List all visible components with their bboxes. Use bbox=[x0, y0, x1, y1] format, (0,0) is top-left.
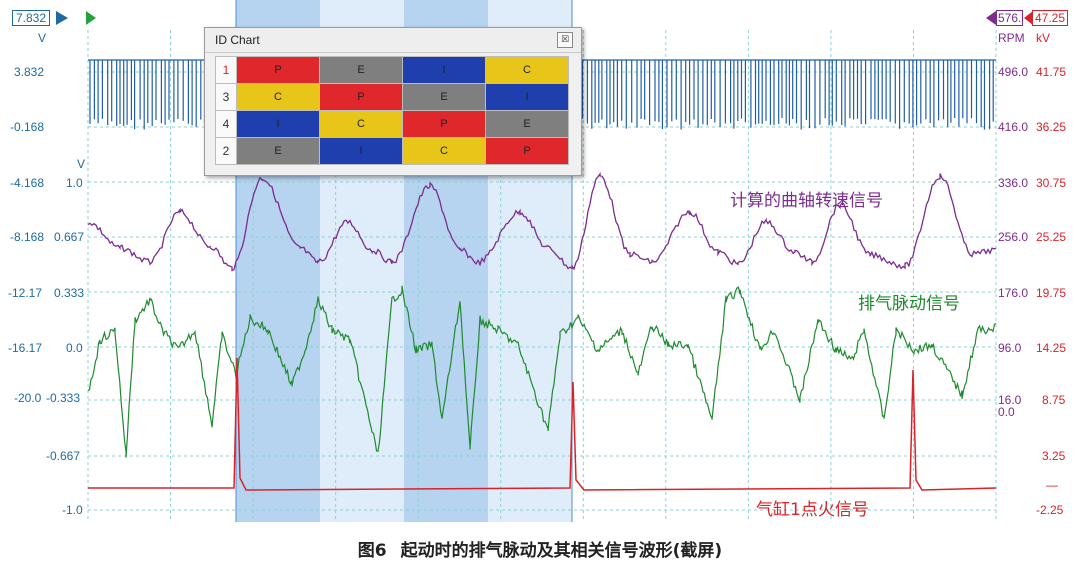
left-inner-tick: 0.333 bbox=[54, 286, 85, 300]
stroke-cell: E bbox=[236, 137, 320, 165]
kv-tick: 19.75 bbox=[1036, 286, 1067, 300]
stroke-cell: C bbox=[236, 83, 320, 111]
stroke-cell: I bbox=[319, 137, 403, 165]
stroke-cell: P bbox=[236, 56, 320, 84]
id-chart-row: 4ICPE bbox=[215, 110, 569, 138]
voltage-scale-badge[interactable]: 7.832 bbox=[12, 10, 51, 26]
caption-number: 图6 bbox=[357, 541, 387, 561]
close-icon[interactable]: ☒ bbox=[557, 32, 573, 48]
stroke-cell: C bbox=[402, 137, 486, 165]
left-inner-tick: -0.667 bbox=[46, 449, 81, 463]
oscilloscope-view[interactable]: 7.832 V 576. 47.25 RPM kV 3.832 -0.168 -… bbox=[0, 0, 1080, 522]
cylinder-id: 2 bbox=[215, 137, 237, 165]
left-outer-tick: -0.168 bbox=[10, 120, 45, 134]
id-chart-window[interactable]: ID Chart ☒ 1PEIC3CPEI4ICPE2EICP bbox=[204, 27, 582, 176]
left-inner-tick: -1.0 bbox=[62, 503, 83, 517]
kv-unit-label: kV bbox=[1036, 31, 1051, 45]
left-outer-tick: -4.168 bbox=[10, 176, 45, 190]
kv-tick: 3.25 bbox=[1042, 449, 1066, 463]
crank-speed-label: 计算的曲轴转速信号 bbox=[730, 191, 883, 211]
rpm-marker-icon[interactable] bbox=[986, 11, 996, 25]
stroke-cell: I bbox=[485, 83, 569, 111]
id-chart-row: 1PEIC bbox=[215, 56, 569, 84]
rpm-tick: 496.0 bbox=[998, 65, 1029, 79]
left-unit-label: V bbox=[38, 31, 47, 45]
left-inner-tick: -0.333 bbox=[46, 391, 81, 405]
id-chart-titlebar[interactable]: ID Chart ☒ bbox=[205, 28, 581, 53]
kv-tick: 25.25 bbox=[1036, 230, 1067, 244]
channel-marker-icon[interactable] bbox=[86, 11, 96, 25]
left-outer-tick: -8.168 bbox=[10, 230, 45, 244]
id-chart-title: ID Chart bbox=[215, 33, 260, 47]
figure-caption: 图6 起动时的排气脉动及其相关信号波形(截屏) bbox=[0, 536, 1080, 561]
stroke-cell: P bbox=[319, 83, 403, 111]
rpm-scale-badge[interactable]: 576. bbox=[996, 10, 1024, 26]
stroke-cell: E bbox=[402, 83, 486, 111]
rpm-tick: 96.0 bbox=[998, 341, 1022, 355]
cylinder-id: 1 bbox=[215, 56, 237, 84]
rpm-tick: 256.0 bbox=[998, 230, 1029, 244]
left-inner-tick: 0.0 bbox=[66, 341, 83, 355]
kv-tick: 14.25 bbox=[1036, 341, 1067, 355]
left-outer-tick: -20.0 bbox=[14, 391, 42, 405]
stroke-cell: E bbox=[485, 110, 569, 138]
cylinder-id: 3 bbox=[215, 83, 237, 111]
id-chart-row: 2EICP bbox=[215, 137, 569, 165]
id-chart-row: 3CPEI bbox=[215, 83, 569, 111]
rpm-tick: 416.0 bbox=[998, 120, 1029, 134]
caption-text: 起动时的排气脉动及其相关信号波形(截屏) bbox=[400, 541, 723, 561]
rpm-tick: 0.0 bbox=[998, 405, 1015, 419]
left-outer-tick: -16.17 bbox=[8, 341, 43, 355]
left-outer-tick: 3.832 bbox=[14, 65, 45, 79]
ignition-label: 气缸1点火信号 bbox=[756, 500, 869, 520]
kv-tick: -2.25 bbox=[1036, 503, 1064, 517]
stroke-cell: I bbox=[402, 56, 486, 84]
kv-tick: — bbox=[1046, 478, 1058, 492]
left-inner-unit: V bbox=[77, 157, 86, 171]
stroke-cell: E bbox=[319, 56, 403, 84]
stroke-cell: C bbox=[319, 110, 403, 138]
cylinder-id: 4 bbox=[215, 110, 237, 138]
stroke-cell: C bbox=[485, 56, 569, 84]
kv-tick: 41.75 bbox=[1036, 65, 1067, 79]
kv-tick: 30.75 bbox=[1036, 176, 1067, 190]
kv-tick: 36.25 bbox=[1036, 120, 1067, 134]
stroke-cell: I bbox=[236, 110, 320, 138]
id-chart-table: 1PEIC3CPEI4ICPE2EICP bbox=[215, 56, 569, 165]
rpm-tick: 176.0 bbox=[998, 286, 1029, 300]
kv-tick: 8.75 bbox=[1042, 393, 1066, 407]
exhaust-pulse-label: 排气脉动信号 bbox=[858, 294, 960, 314]
voltage-scale-marker-icon[interactable] bbox=[56, 11, 68, 25]
rpm-unit-label: RPM bbox=[998, 31, 1025, 45]
kv-scale-badge[interactable]: 47.25 bbox=[1032, 10, 1069, 26]
left-outer-tick: -12.17 bbox=[8, 286, 43, 300]
stroke-cell: P bbox=[485, 137, 569, 165]
rpm-tick: 336.0 bbox=[998, 176, 1029, 190]
stroke-cell: P bbox=[402, 110, 486, 138]
left-inner-tick: 0.667 bbox=[54, 230, 85, 244]
left-inner-tick: 1.0 bbox=[66, 176, 83, 190]
